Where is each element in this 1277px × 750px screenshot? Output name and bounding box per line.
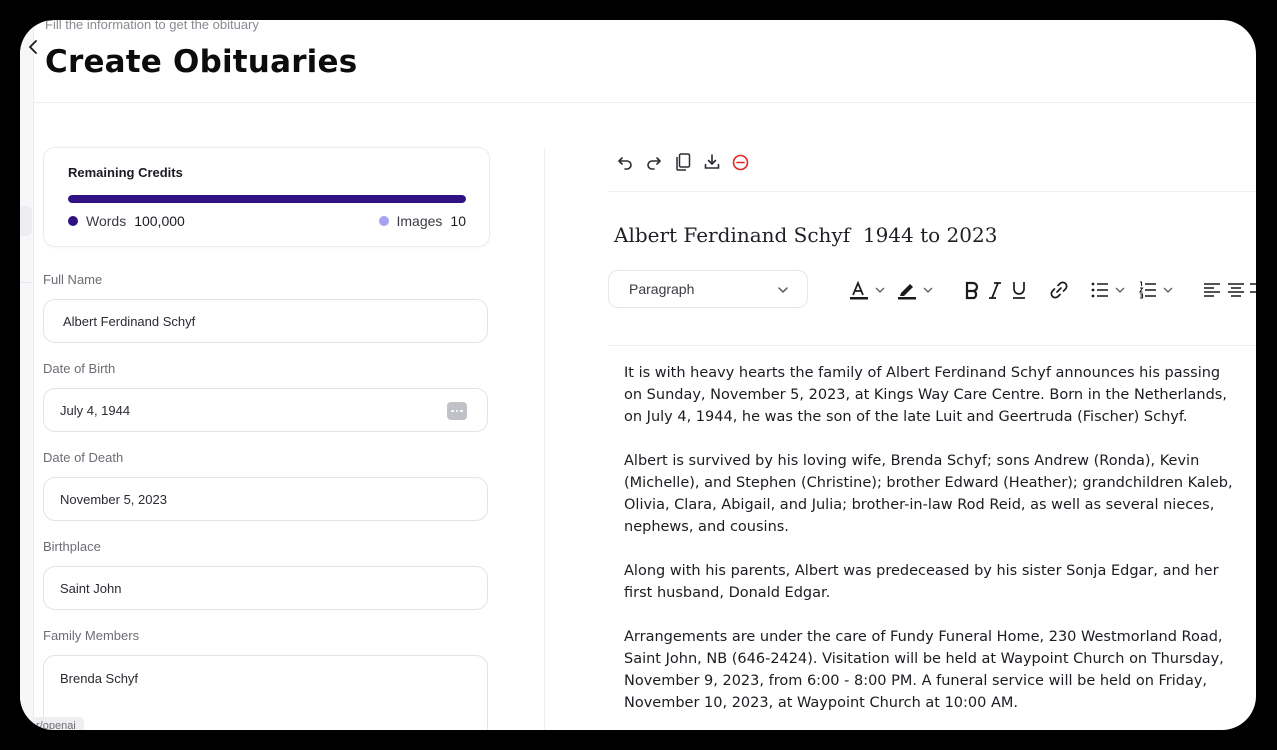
editor-divider [608, 191, 1256, 192]
align-left-icon [1204, 283, 1220, 297]
date-of-death-input[interactable]: November 5, 2023 [43, 477, 488, 521]
chevron-down-icon [1115, 287, 1125, 293]
bullet-list-icon [1091, 282, 1108, 298]
align-right-icon [1250, 283, 1256, 297]
block-type-value: Paragraph [629, 281, 695, 297]
obituary-paragraph: Along with his parents, Albert was prede… [624, 563, 1219, 601]
date-of-death-value: November 5, 2023 [60, 491, 167, 507]
link-button[interactable] [1049, 279, 1069, 301]
highlighter-icon [898, 284, 916, 300]
block-type-select[interactable]: Paragraph [608, 270, 808, 308]
page-subtitle: Fill the information to get the obituary [45, 20, 259, 32]
credits-title: Remaining Credits [68, 165, 183, 180]
underline-button[interactable] [1010, 279, 1028, 301]
format-toolbar: Paragraph [608, 270, 1256, 310]
obituary-body[interactable]: It is with heavy hearts the family of Al… [624, 362, 1240, 730]
legend-words: Words 100,000 [68, 213, 185, 229]
underline-icon [1013, 282, 1025, 299]
link-icon [1050, 281, 1068, 299]
back-chevron-icon[interactable] [26, 38, 40, 56]
source-tag: r/openai [32, 717, 84, 730]
images-dot-icon [378, 216, 389, 226]
header-divider [33, 102, 1256, 103]
numbered-list-icon [1139, 281, 1156, 299]
bold-icon [965, 281, 979, 300]
full-name-input[interactable]: Albert Ferdinand Schyf [43, 299, 488, 343]
date-of-birth-value: July 4, 1944 [60, 402, 131, 418]
birthplace-label: Birthplace [43, 539, 101, 554]
date-of-birth-label: Date of Birth [43, 361, 116, 376]
birthplace-value: Saint John [60, 580, 122, 596]
full-name-value: Albert Ferdinand Schyf [63, 313, 196, 329]
page-title: Create Obituaries [45, 44, 358, 80]
align-center-button[interactable] [1227, 279, 1245, 301]
italic-button[interactable] [987, 279, 1003, 301]
undo-icon[interactable] [614, 152, 635, 173]
align-right-button[interactable] [1249, 279, 1256, 301]
highlight-color-button[interactable] [896, 279, 934, 301]
copy-icon[interactable] [672, 152, 693, 173]
full-name-label: Full Name [43, 272, 103, 287]
words-label: Words [86, 213, 127, 229]
words-value: 100,000 [134, 213, 185, 229]
sidebar-tab[interactable] [20, 206, 32, 236]
align-left-button[interactable] [1203, 279, 1221, 301]
credits-card: Remaining Credits Words 100,000 Images 1… [43, 147, 490, 247]
numbered-list-button[interactable] [1138, 279, 1174, 301]
family-members-textarea[interactable]: Brenda Schyf [43, 655, 488, 730]
sidebar-divider [20, 282, 32, 283]
obituary-paragraph: It is with heavy hearts the family of Al… [624, 365, 1227, 425]
date-of-death-label: Date of Death [43, 450, 124, 465]
text-color-icon [850, 280, 868, 300]
remove-icon[interactable] [730, 152, 751, 173]
credits-progress-bar [68, 195, 466, 203]
birthplace-input[interactable]: Saint John [43, 566, 488, 610]
bold-button[interactable] [963, 279, 981, 301]
obituary-paragraph: Arrangements are under the care of Fundy… [624, 629, 1224, 711]
date-of-birth-input[interactable]: July 4, 1944 [43, 388, 488, 432]
legend-images: Images 10 [378, 213, 466, 229]
family-members-label: Family Members [43, 628, 140, 643]
images-value: 10 [450, 213, 466, 229]
chevron-down-icon [1163, 287, 1173, 293]
redo-icon[interactable] [643, 152, 664, 173]
date-picker-icon[interactable] [447, 402, 467, 420]
words-dot-icon [68, 216, 78, 226]
obituary-paragraph: Albert is survived by his loving wife, B… [624, 453, 1233, 535]
bullet-list-button[interactable] [1090, 279, 1126, 301]
italic-icon [989, 282, 1001, 299]
side-strip [20, 20, 34, 730]
download-icon[interactable] [701, 152, 722, 173]
text-color-button[interactable] [848, 279, 886, 301]
toolbar-divider [608, 345, 1256, 346]
editor-actions-toolbar [614, 151, 751, 173]
chevron-down-icon [923, 287, 933, 293]
app-screen: Fill the information to get the obituary… [20, 20, 1256, 730]
align-center-icon [1228, 283, 1244, 297]
credits-progress-fill [68, 195, 466, 203]
column-divider [544, 148, 545, 730]
images-label: Images [396, 213, 443, 229]
family-members-value: Brenda Schyf [60, 671, 139, 686]
chevron-down-icon [875, 287, 885, 293]
obituary-title[interactable]: Albert Ferdinand Schyf 1944 to 2023 [614, 223, 997, 247]
chevron-down-icon [778, 287, 788, 294]
